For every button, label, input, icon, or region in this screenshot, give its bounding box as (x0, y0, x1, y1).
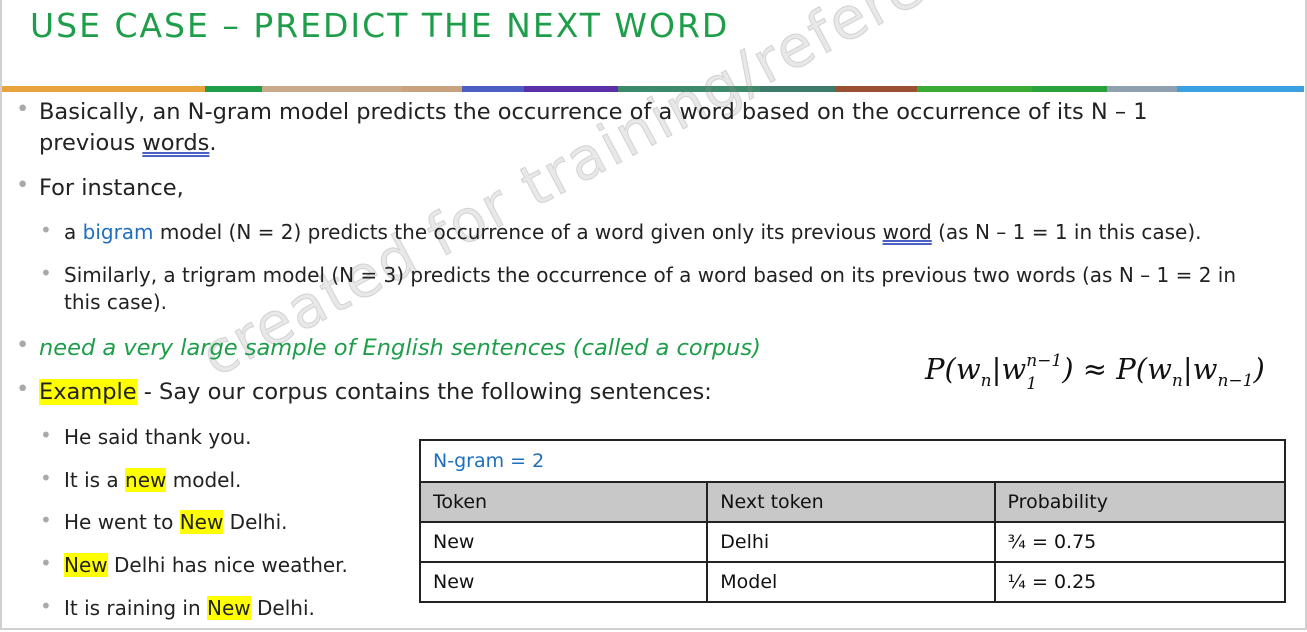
title-rule (2, 86, 1304, 92)
sentence-text: It is a new model. (64, 466, 241, 494)
rule-segment (1032, 86, 1107, 92)
sentence-text: He said thank you. (64, 423, 251, 451)
bullet-dot: • (16, 172, 30, 198)
sentence-text: New Delhi has nice weather. (64, 551, 348, 579)
formula-sub: n (1171, 370, 1183, 391)
sentence-text: It is raining in New Delhi. (64, 594, 315, 622)
sentence-highlight: New (179, 510, 224, 534)
text-previous: previous (39, 130, 143, 156)
rule-segment (462, 86, 524, 92)
bullet-dot: • (40, 261, 52, 285)
table-row: New Delhi ¾ = 0.75 (418, 521, 1287, 563)
bullet-dot: • (16, 376, 30, 402)
ngram-table: N-gram = 2 Token Next token Probability … (418, 439, 1287, 603)
text-end: (as N – 1 = 1 in this case). (931, 220, 1202, 244)
formula-sub: n−1 (1217, 370, 1254, 391)
header-probability: Probability (993, 481, 1287, 523)
bullet-dot: • (40, 218, 52, 242)
cell-token: New (418, 561, 709, 603)
sentence-post: Delhi. (250, 596, 315, 620)
bullet-dot: • (16, 96, 30, 122)
sentence-post: Delhi has nice weather. (107, 553, 348, 577)
rule-segment (262, 86, 402, 92)
bullet-dot: • (40, 508, 52, 532)
underlined-word: words (142, 130, 210, 156)
cell-next-token: Model (706, 561, 996, 603)
table-header-row: Token Next token Probability (418, 481, 1287, 523)
sentence-pre: He said thank you. (64, 425, 252, 449)
text-mid: model (N = 2) predicts the occurrence of… (153, 220, 883, 244)
sentence-post: model. (166, 468, 242, 492)
table-caption: N-gram = 2 (419, 439, 1286, 483)
example-highlight: Example (39, 379, 137, 405)
rule-segment (1177, 86, 1304, 92)
cell-token: New (418, 521, 709, 563)
rule-segment (760, 86, 835, 92)
slide-title: USE CASE – PREDICT THE NEXT WORD (30, 6, 730, 45)
bullet-dot: • (16, 332, 30, 358)
bullet-line-1: Basically, an N-gram model predicts the … (39, 99, 1148, 125)
table-row: New Model ¼ = 0.25 (418, 561, 1287, 603)
subbullet-line-2: this case). (64, 290, 167, 314)
sentence-highlight: New (64, 553, 108, 577)
bigram-formula: P(wn|wn−1 1) ≈ P(wn|wn−1) (925, 351, 1265, 394)
rule-segment (618, 86, 760, 92)
sentence-text: He went to New Delhi. (64, 508, 288, 536)
formula-sub: n (980, 370, 992, 391)
table-caption-row: N-gram = 2 (419, 439, 1286, 483)
formula-sup: n−1 (1026, 351, 1063, 372)
text-period: . (209, 130, 217, 156)
subbullet-line-1: Similarly, a trigram model (N = 3) predi… (64, 263, 1237, 287)
rule-segment (524, 86, 618, 92)
rule-segment (1107, 86, 1177, 92)
bullet-text: Example - Say our corpus contains the fo… (39, 376, 712, 408)
header-token: Token (418, 481, 709, 523)
underlined-word: word (882, 220, 932, 244)
header-next-token: Next token (706, 481, 996, 523)
cell-probability: ¼ = 0.25 (993, 561, 1287, 603)
formula-sub: 1 (1026, 374, 1038, 394)
bullet-text: For instance, (39, 175, 184, 201)
bullet-text: need a very large sample of English sent… (39, 335, 761, 361)
bullet-dot: • (40, 466, 52, 490)
sentence-highlight: new (125, 468, 167, 492)
bullet-dot: • (40, 423, 52, 447)
formula-part: P(w (925, 352, 981, 386)
cell-probability: ¾ = 0.75 (993, 521, 1287, 563)
rule-segment (205, 86, 262, 92)
subbullet-text: a bigram model (N = 2) predicts the occu… (64, 218, 1202, 246)
bullet-dot: • (40, 594, 52, 618)
example-rest: - Say our corpus contains the following … (136, 379, 712, 405)
sentence-pre: He went to (64, 510, 180, 534)
formula-part: |w (991, 352, 1027, 386)
text-a: a (64, 220, 83, 244)
rule-segment (835, 86, 917, 92)
formula-part: ) ≈ P(w (1062, 352, 1172, 386)
sentence-post: Delhi. (223, 510, 288, 534)
formula-part: |w (1182, 352, 1218, 386)
rule-segment (2, 86, 205, 92)
rule-segment (402, 86, 462, 92)
rule-segment (917, 86, 1032, 92)
sentence-pre: It is a (64, 468, 126, 492)
bullet-line-2: previous words. (39, 127, 217, 159)
cell-next-token: Delhi (706, 521, 996, 563)
formula-part: ) (1253, 352, 1265, 386)
bigram-term: bigram (82, 220, 154, 244)
sentence-pre: It is raining in (64, 596, 208, 620)
sentence-highlight: New (207, 596, 251, 620)
bullet-dot: • (40, 551, 52, 575)
